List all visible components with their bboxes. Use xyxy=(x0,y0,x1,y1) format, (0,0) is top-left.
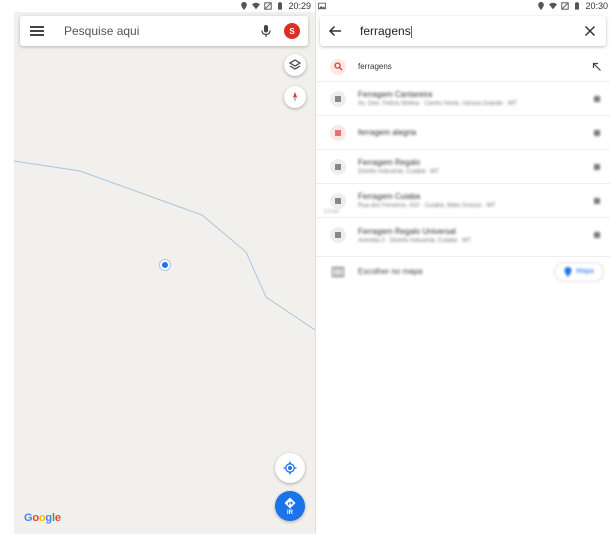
status-bar: 20:30 xyxy=(316,0,610,12)
go-label: IR xyxy=(287,509,293,516)
search-bar[interactable]: ferragens xyxy=(320,16,606,46)
search-input-value: ferragens xyxy=(360,24,411,38)
result-title: Ferragem Regalo Universal xyxy=(358,226,456,236)
google-logo: Google xyxy=(24,512,61,524)
result-title: Ferragem Regalo xyxy=(358,158,421,167)
result-subtitle: Av. Gen. Felicio Molina · Centro Norte, … xyxy=(358,101,517,107)
map-search-bar[interactable]: Pesquise aqui S xyxy=(20,16,308,46)
list-item[interactable]: Ferragem Regalo Universal Avenida 3 · Di… xyxy=(316,218,610,252)
query-suggestion[interactable]: ferragens xyxy=(316,52,610,82)
result-subtitle: Avenida 3 · Distrito Industrial, Cuiabá … xyxy=(358,237,471,244)
list-item[interactable]: Ferragem Cantareira Av. Gen. Felicio Mol… xyxy=(316,82,610,116)
list-item[interactable]: 2,9 km Ferragem Cuiaba Rua dos Ferreiros… xyxy=(316,184,610,218)
signal-status-icon xyxy=(561,2,570,10)
menu-icon[interactable] xyxy=(30,26,44,36)
map-icon xyxy=(332,266,344,277)
layers-button[interactable] xyxy=(284,54,306,76)
avatar[interactable]: S xyxy=(284,23,300,39)
query-suggestion-label: ferragens xyxy=(358,62,392,71)
map-chip-label: Mapa xyxy=(576,268,594,275)
choose-on-map-row[interactable]: Escolher no mapa Mapa xyxy=(316,256,610,284)
battery-status-icon xyxy=(575,2,580,10)
place-icon xyxy=(330,158,346,175)
layers-icon xyxy=(289,59,301,70)
place-icon xyxy=(330,90,346,107)
back-arrow-icon[interactable] xyxy=(328,24,342,38)
map-chip-button[interactable]: Mapa xyxy=(554,261,604,282)
choose-on-map-label: Escolher no mapa xyxy=(358,267,423,276)
place-detail-icon[interactable] xyxy=(592,128,602,138)
result-title: Ferragem Cantareira xyxy=(358,90,433,99)
location-status-icon xyxy=(538,2,545,10)
saved-search-icon xyxy=(330,124,346,141)
list-item[interactable]: Ferragem Regalo Distrito Industrial, Cui… xyxy=(316,150,610,184)
compass-button[interactable] xyxy=(284,86,306,108)
fill-query-arrow-icon[interactable] xyxy=(592,62,602,72)
search-screen: 20:30 ferragens ferragens Ferragem Canta… xyxy=(316,0,610,534)
mic-icon[interactable] xyxy=(258,23,274,39)
result-title: Ferragem Cuiaba xyxy=(358,192,421,201)
suggestions-list: ferragens Ferragem Cantareira Av. Gen. F… xyxy=(316,52,610,252)
search-suggestion-icon xyxy=(330,58,346,75)
compass-icon xyxy=(293,92,297,102)
search-placeholder[interactable]: Pesquise aqui xyxy=(64,24,258,38)
text-cursor xyxy=(410,25,412,38)
place-icon xyxy=(330,192,346,209)
result-distance: 2,9 km xyxy=(324,209,340,215)
close-icon[interactable] xyxy=(584,25,596,37)
search-input[interactable]: ferragens xyxy=(360,24,584,38)
place-detail-icon[interactable] xyxy=(592,162,602,172)
go-button[interactable]: IR xyxy=(275,491,305,521)
crosshair-icon xyxy=(283,461,297,475)
my-location-button[interactable] xyxy=(275,453,305,483)
current-location-dot xyxy=(160,260,170,270)
list-item[interactable]: ferragem alegria xyxy=(316,116,610,150)
place-icon xyxy=(330,227,346,243)
result-subtitle: Rua dos Ferreiros, 410 · Cuiabá, Mato Gr… xyxy=(358,203,496,209)
status-time: 20:30 xyxy=(585,1,608,11)
place-detail-icon[interactable] xyxy=(592,94,602,104)
map-screen: 20:29 Pesquise aqui S IR Google xyxy=(14,0,315,534)
map-pin-icon xyxy=(564,266,572,277)
bottom-margin xyxy=(0,534,610,550)
directions-icon xyxy=(284,497,296,508)
result-title: ferragem alegria xyxy=(358,128,417,137)
result-subtitle: Distrito Industrial, Cuiabá · MT xyxy=(358,169,440,175)
place-detail-icon[interactable] xyxy=(592,196,602,206)
wifi-status-icon xyxy=(549,2,558,10)
image-status-icon xyxy=(318,2,326,10)
place-detail-icon[interactable] xyxy=(592,230,602,240)
